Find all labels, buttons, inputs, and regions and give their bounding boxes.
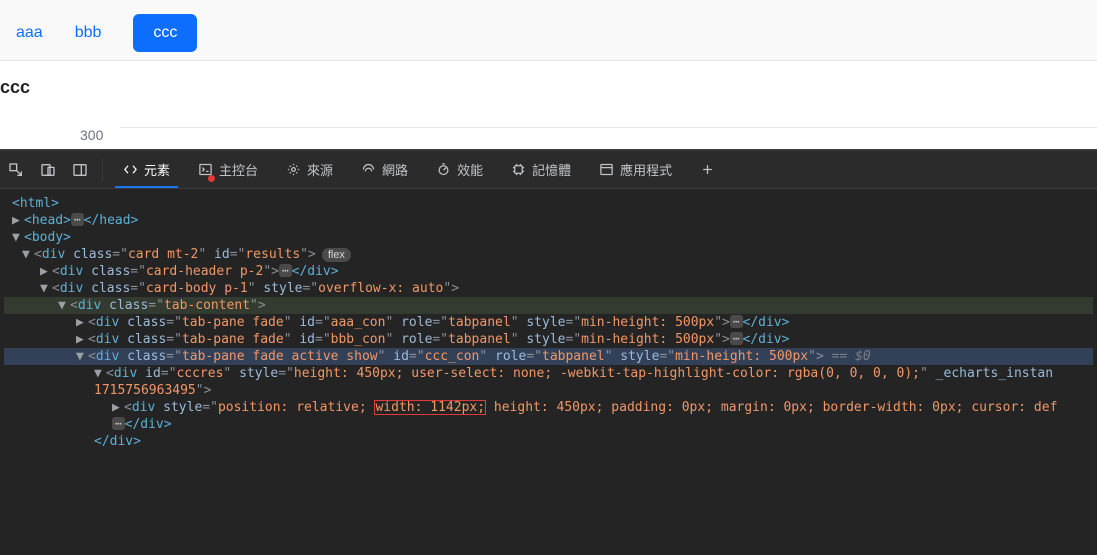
dom-node[interactable]: ▼<div id="cccres" style="height: 450px; … [4, 365, 1093, 382]
more-tabs-button[interactable] [686, 151, 729, 188]
devtools-panel: 元素 主控台 來源 網路 效能 記憶體 [0, 149, 1097, 555]
toolbar-separator [102, 159, 103, 181]
tab-elements[interactable]: 元素 [109, 151, 184, 188]
dom-node[interactable]: ▼<div class="card-body p-1" style="overf… [4, 280, 1093, 297]
chart-axis-tick: 300 [0, 104, 1097, 149]
tab-bar: aaa bbb ccc [16, 14, 1081, 52]
dom-node[interactable]: ▶<div style="position: relative; width: … [4, 399, 1093, 416]
devtools-tabs: 元素 主控台 來源 網路 效能 記憶體 [109, 151, 729, 188]
selected-marker: == $0 [832, 349, 871, 364]
tab-ccc[interactable]: ccc [133, 14, 197, 52]
dom-node[interactable]: ▼<div class="tab-content"> [4, 297, 1093, 314]
dom-node[interactable]: ▼<body> [4, 229, 1093, 246]
panel-heading: ccc [0, 61, 1097, 104]
tab-application[interactable]: 應用程式 [585, 151, 686, 188]
tab-network-label: 網路 [382, 160, 408, 179]
dom-node[interactable]: ▶<div class="card-header p-2">⋯</div> [4, 263, 1093, 280]
dom-node[interactable]: <html> [4, 195, 1093, 212]
dom-tree[interactable]: <html> ▶<head>⋯</head> ▼<body> ▼<div cla… [0, 189, 1097, 555]
dom-node[interactable]: ▶<div class="tab-pane fade" id="bbb_con"… [4, 331, 1093, 348]
dom-node-continuation: 1715756963495"> [4, 382, 1093, 399]
app-page: aaa bbb ccc [0, 0, 1097, 61]
devtools-toolbar: 元素 主控台 來源 網路 效能 記憶體 [0, 151, 1097, 189]
tab-performance-label: 效能 [457, 160, 483, 179]
dom-node[interactable]: ▶<div class="tab-pane fade" id="aaa_con"… [4, 314, 1093, 331]
error-indicator-icon [208, 175, 215, 182]
axis-tick-label: 300 [80, 127, 103, 143]
tab-application-label: 應用程式 [620, 160, 672, 179]
tab-bbb[interactable]: bbb [75, 24, 102, 42]
dom-node-continuation: ⋯</div> [4, 416, 1093, 433]
tab-network[interactable]: 網路 [347, 151, 422, 188]
dom-node[interactable]: ▼<div class="card mt-2" id="results">fle… [4, 246, 1093, 263]
tab-console-label: 主控台 [219, 160, 258, 179]
tab-console[interactable]: 主控台 [184, 151, 272, 188]
dock-side-icon[interactable] [64, 151, 96, 189]
tab-elements-label: 元素 [144, 160, 170, 179]
inspect-element-icon[interactable] [0, 151, 32, 189]
tab-aaa[interactable]: aaa [16, 24, 43, 42]
tab-performance[interactable]: 效能 [422, 151, 497, 188]
dom-node-close[interactable]: </div> [4, 433, 1093, 450]
dom-node-selected[interactable]: ▼<div class="tab-pane fade active show" … [4, 348, 1093, 365]
device-toggle-icon[interactable] [32, 151, 64, 189]
flex-badge[interactable]: flex [322, 248, 351, 262]
tab-memory[interactable]: 記憶體 [497, 151, 585, 188]
tab-sources-label: 來源 [307, 160, 333, 179]
tab-sources[interactable]: 來源 [272, 151, 347, 188]
highlighted-width: width: 1142px; [374, 400, 486, 415]
tab-memory-label: 記憶體 [532, 160, 571, 179]
dom-node[interactable]: ▶<head>⋯</head> [4, 212, 1093, 229]
